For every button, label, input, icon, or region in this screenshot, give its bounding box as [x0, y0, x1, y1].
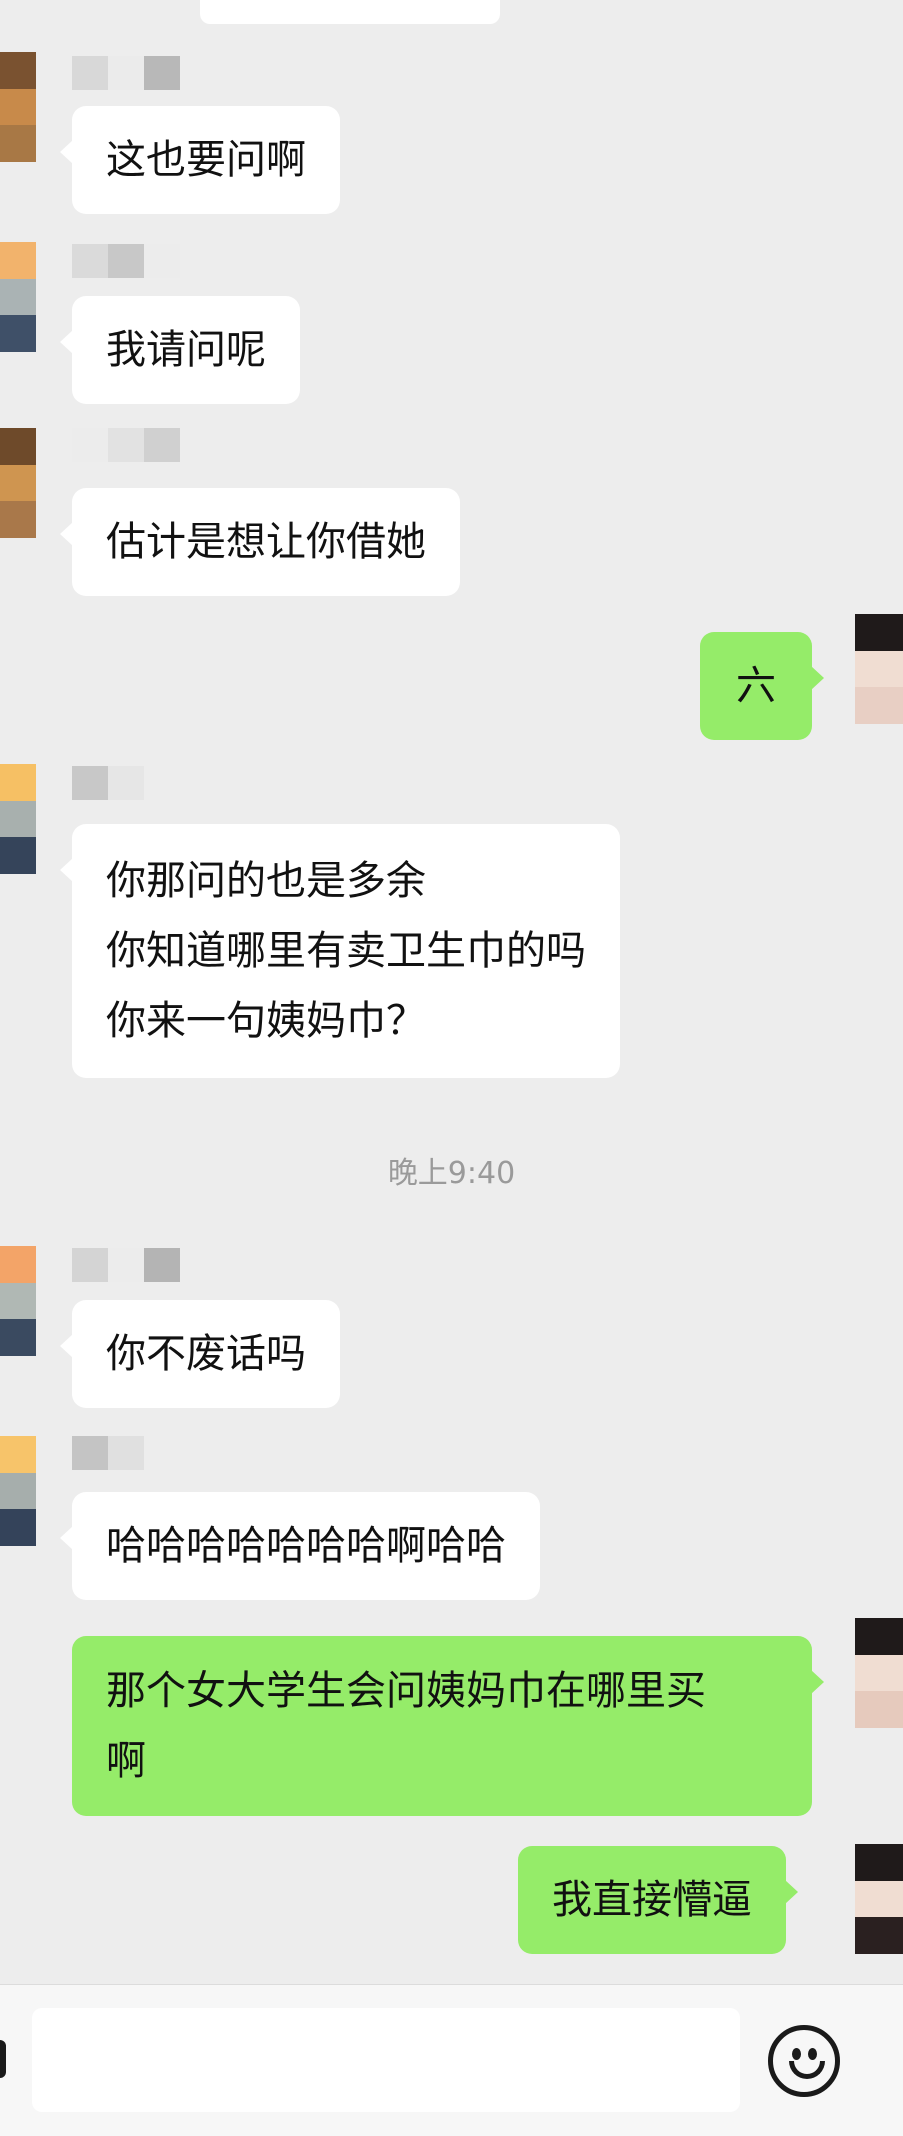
avatar[interactable]	[0, 428, 36, 538]
message-bubble[interactable]: 哈哈哈哈哈哈哈啊哈哈	[60, 1492, 540, 1600]
avatar-self[interactable]	[855, 1844, 903, 1954]
sender-name-blurred	[72, 244, 180, 278]
voice-button-edge[interactable]	[0, 2040, 6, 2078]
message-text: 我直接懵逼	[552, 1877, 752, 1923]
emoji-icon[interactable]	[768, 2025, 840, 2097]
avatar-self[interactable]	[855, 614, 903, 724]
avatar[interactable]	[0, 52, 36, 162]
message-line: 你那问的也是多余	[106, 858, 426, 904]
sender-name-blurred	[72, 1248, 180, 1282]
message-bubble[interactable]: 你那问的也是多余 你知道哪里有卖卫生巾的吗 你来一句姨妈巾？	[60, 824, 620, 1078]
message-bubble[interactable]: 估计是想让你借她	[60, 488, 460, 596]
message-text: 六	[736, 663, 776, 709]
sender-name-blurred	[72, 766, 144, 800]
message-line: 啊	[106, 1738, 146, 1784]
message-text: 你不废话吗	[106, 1331, 306, 1377]
avatar[interactable]	[0, 242, 36, 352]
avatar-self[interactable]	[855, 1618, 903, 1728]
message-input[interactable]	[32, 2008, 740, 2112]
message-text: 这也要问啊	[106, 137, 306, 183]
sender-name-blurred	[72, 1436, 144, 1470]
message-text: 哈哈哈哈哈哈哈啊哈哈	[106, 1523, 506, 1569]
message-bubble[interactable]: 我请问呢	[60, 296, 300, 404]
message-text: 估计是想让你借她	[106, 519, 426, 565]
sender-name-blurred	[72, 428, 180, 462]
previous-message-bubble	[200, 0, 500, 24]
avatar[interactable]	[0, 1246, 36, 1356]
avatar[interactable]	[0, 1436, 36, 1546]
message-bubble-self[interactable]: 那个女大学生会问姨妈巾在哪里买 啊	[72, 1636, 824, 1816]
message-line: 你知道哪里有卖卫生巾的吗	[106, 928, 586, 974]
avatar[interactable]	[0, 764, 36, 874]
message-line: 你来一句姨妈巾？	[106, 998, 426, 1044]
message-line: 那个女大学生会问姨妈巾在哪里买	[106, 1668, 706, 1714]
message-bubble-self[interactable]: 我直接懵逼	[518, 1846, 798, 1954]
timestamp: 晚上9:40	[387, 1156, 516, 1191]
message-bubble[interactable]: 这也要问啊	[60, 106, 340, 214]
message-text: 我请问呢	[106, 327, 266, 373]
message-bubble[interactable]: 你不废话吗	[60, 1300, 340, 1408]
message-bubble-self[interactable]: 六	[700, 632, 824, 740]
sender-name-blurred	[72, 56, 180, 90]
